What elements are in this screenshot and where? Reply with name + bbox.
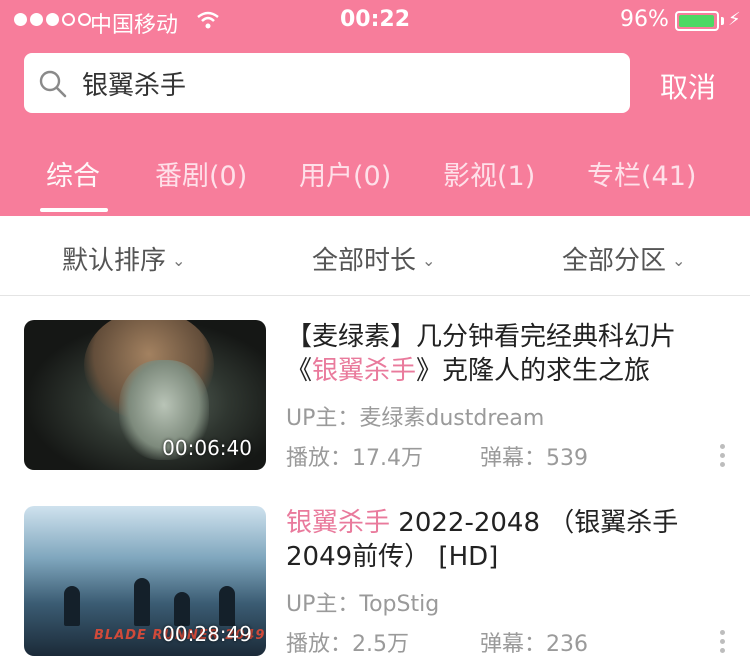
video-title-line1: 【麦绿素】几分钟看完经典科幻片 (286, 322, 677, 352)
title-text: 《 (286, 356, 313, 386)
video-title[interactable]: 银翼杀手 2022-2048 （银翼杀手 2049前传） [HD] (286, 506, 726, 574)
status-bar: 中国移动 00:22 96% ⚡ (0, 0, 750, 42)
chevron-down-icon: ⌄ (672, 251, 686, 270)
play-count: 播放：17.4万 (286, 446, 423, 471)
tab-users[interactable]: 用户(0) (299, 154, 391, 193)
duration-filter[interactable]: 全部时长 ⌄ (312, 240, 435, 277)
tab-articles[interactable]: 专栏(41) (587, 154, 696, 193)
duration-filter-label: 全部时长 (312, 246, 417, 276)
more-options-icon[interactable] (718, 630, 726, 657)
video-title[interactable]: 【麦绿素】几分钟看完经典科幻片 《银翼杀手》克隆人的求生之旅 (286, 320, 726, 388)
video-duration: 00:06:40 (162, 436, 252, 460)
battery-percent: 96% (620, 7, 669, 32)
uploader-name[interactable]: UP主：麦绿素dustdream (286, 400, 544, 432)
tab-all[interactable]: 综合 (46, 154, 100, 193)
battery-tip (721, 17, 724, 25)
charging-icon: ⚡ (728, 9, 741, 30)
chevron-down-icon: ⌄ (422, 251, 436, 270)
battery-icon (675, 11, 719, 31)
chevron-down-icon: ⌄ (172, 251, 186, 270)
category-filter[interactable]: 全部分区 ⌄ (562, 240, 685, 277)
video-result-2[interactable]: BLADE RUNNER 2049 00:28:49 银翼杀手 2022-204… (0, 506, 750, 660)
sort-filter[interactable]: 默认排序 ⌄ (62, 240, 185, 277)
video-thumbnail[interactable]: 00:06:40 (24, 320, 266, 470)
search-input[interactable]: 银翼杀手 (24, 53, 630, 113)
sort-filter-label: 默认排序 (62, 246, 167, 276)
more-options-icon[interactable] (718, 444, 726, 471)
category-filter-label: 全部分区 (562, 246, 667, 276)
video-duration: 00:28:49 (162, 622, 252, 646)
title-text: 》克隆人的求生之旅 (416, 356, 651, 386)
video-thumbnail[interactable]: BLADE RUNNER 2049 00:28:49 (24, 506, 266, 656)
danmaku-count: 弹幕：236 (480, 632, 588, 657)
cancel-button[interactable]: 取消 (660, 66, 716, 106)
danmaku-count: 弹幕：539 (480, 446, 588, 471)
uploader-name[interactable]: UP主：TopStig (286, 586, 439, 618)
search-query[interactable]: 银翼杀手 (82, 65, 186, 102)
video-result-1[interactable]: 00:06:40 【麦绿素】几分钟看完经典科幻片 《银翼杀手》克隆人的求生之旅 … (0, 320, 750, 490)
video-title-line2: 2049前传） [HD] (286, 542, 499, 572)
filter-bar: 默认排序 ⌄ 全部时长 ⌄ 全部分区 ⌄ (0, 216, 750, 296)
tab-anime[interactable]: 番剧(0) (155, 154, 247, 193)
tab-bar: 综合 番剧(0) 用户(0) 影视(1) 专栏(41) (0, 150, 750, 216)
video-title-line2: 《银翼杀手》克隆人的求生之旅 (286, 354, 726, 388)
title-keyword-highlight: 银翼杀手 (312, 356, 417, 386)
active-tab-indicator (40, 208, 108, 212)
video-title-line1: 银翼杀手 2022-2048 （银翼杀手 (286, 506, 726, 540)
tab-movies[interactable]: 影视(1) (443, 154, 535, 193)
title-text: 2022-2048 （银翼杀手 (390, 508, 679, 538)
play-count: 播放：2.5万 (286, 632, 409, 657)
title-keyword-highlight: 银翼杀手 (286, 508, 391, 538)
search-icon (39, 70, 67, 98)
